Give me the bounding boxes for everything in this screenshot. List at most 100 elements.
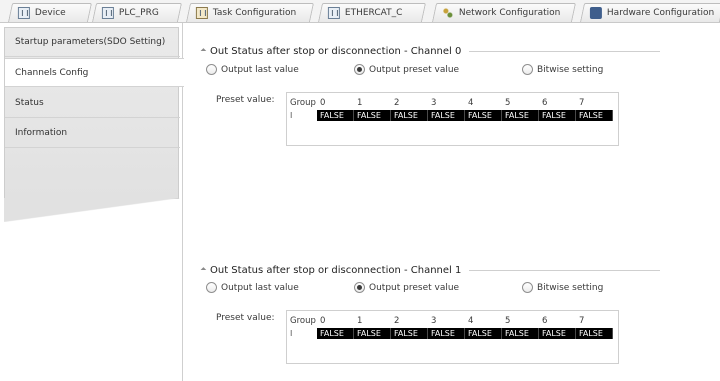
radio-circle-icon[interactable] (522, 64, 533, 75)
channel-0-radio-preset-value[interactable]: Output preset value (354, 64, 459, 75)
preset-value-cell[interactable]: FALSE (576, 110, 613, 121)
sidebar-item-status[interactable]: Status (5, 89, 180, 118)
tab-label: Network Configuration (458, 8, 561, 18)
column-header: 0 (320, 316, 326, 326)
program-icon (101, 7, 114, 19)
column-header: 1 (357, 316, 363, 326)
preset-value-cell[interactable]: FALSE (465, 110, 502, 121)
channel-0-group-header[interactable]: Out Status after stop or disconnection -… (200, 44, 660, 58)
sidebar-item-label: Startup parameters(SDO Setting) (15, 37, 166, 47)
preset-value-cell[interactable]: FALSE (428, 110, 465, 121)
sidebar-item-startup-parameters[interactable]: Startup parameters(SDO Setting) (5, 28, 180, 57)
tab-ethercat-c[interactable]: ETHERCAT_C (318, 3, 427, 22)
preset-value-cell[interactable]: FALSE (354, 328, 391, 339)
column-header: 7 (579, 316, 585, 326)
preset-value-cell[interactable]: FALSE (428, 328, 465, 339)
sidebar-item-label: Channels Config (15, 67, 89, 78)
column-header: Group (290, 98, 316, 108)
row-index: I (287, 328, 317, 339)
row-index: I (287, 110, 317, 121)
column-header: 6 (542, 316, 548, 326)
tab-task-configuration[interactable]: Task Configuration (186, 3, 315, 22)
radio-circle-icon[interactable] (206, 282, 217, 293)
radio-label: Output last value (221, 64, 299, 75)
channel-0-title: Out Status after stop or disconnection -… (210, 45, 462, 57)
channel-1-output-mode: Output last value Output preset value Bi… (206, 282, 646, 296)
preset-value-cell[interactable]: FALSE (576, 328, 613, 339)
table-row: I FALSE FALSE FALSE FALSE FALSE FALSE FA… (287, 328, 613, 339)
tab-hardware-configuration[interactable]: Hardware Configuration (580, 3, 720, 22)
column-header: 1 (357, 98, 363, 108)
column-header: 5 (505, 98, 511, 108)
device-icon (17, 7, 30, 19)
column-header: 3 (431, 98, 437, 108)
channel-0-preset-label: Preset value: (216, 95, 275, 105)
sidebar-item-label: Status (15, 98, 44, 108)
channel-0-radio-last-value[interactable]: Output last value (206, 64, 299, 75)
radio-label: Bitwise setting (537, 64, 604, 75)
channel-1-preset-table: Group 0 1 2 3 4 5 6 7 I FALSE FALSE FALS… (286, 310, 619, 364)
preset-value-cell[interactable]: FALSE (317, 110, 354, 121)
column-header: 3 (431, 316, 437, 326)
column-header: 4 (468, 98, 474, 108)
hardware-icon (589, 7, 602, 19)
column-header: 4 (468, 316, 474, 326)
tab-device[interactable]: Device (8, 3, 93, 22)
tab-label: Device (34, 8, 66, 18)
radio-label: Bitwise setting (537, 282, 604, 293)
ethercat-icon (327, 7, 340, 19)
sidebar-item-label: Information (15, 128, 68, 138)
group-divider (469, 50, 660, 52)
preset-value-cell[interactable]: FALSE (465, 328, 502, 339)
tab-label: Hardware Configuration (606, 8, 715, 18)
channels-config-panel: Out Status after stop or disconnection -… (184, 23, 720, 381)
collapse-arrow-icon[interactable] (200, 48, 207, 54)
sidebar-item-channels-config[interactable]: Channels Config (5, 58, 184, 87)
channel-0-output-mode: Output last value Output preset value Bi… (206, 64, 646, 78)
radio-circle-checked-icon[interactable] (354, 64, 365, 75)
table-header-row: Group 0 1 2 3 4 5 6 7 (287, 316, 613, 327)
radio-circle-icon[interactable] (206, 64, 217, 75)
channel-0-radio-bitwise[interactable]: Bitwise setting (522, 64, 603, 75)
channel-1-radio-bitwise[interactable]: Bitwise setting (522, 282, 603, 293)
column-header: Group (290, 316, 316, 326)
column-header: 5 (505, 316, 511, 326)
column-header: 0 (320, 98, 326, 108)
channel-1-radio-preset-value[interactable]: Output preset value (354, 282, 459, 293)
radio-label: Output preset value (369, 282, 460, 293)
preset-value-cell[interactable]: FALSE (502, 110, 539, 121)
task-icon (195, 7, 208, 19)
radio-circle-checked-icon[interactable] (354, 282, 365, 293)
column-header: 2 (394, 316, 400, 326)
column-header: 7 (579, 98, 585, 108)
group-divider (469, 269, 660, 271)
tab-plc-prg[interactable]: PLC_PRG (92, 3, 183, 22)
config-nav-list: Startup parameters(SDO Setting) Channels… (4, 27, 184, 222)
channel-1-group-header[interactable]: Out Status after stop or disconnection -… (200, 263, 660, 277)
editor-tab-bar: Device PLC_PRG Task Configuration ETHERC… (0, 0, 720, 23)
column-header: 6 (542, 98, 548, 108)
channel-1-title: Out Status after stop or disconnection -… (210, 264, 462, 276)
sidebar-item-information[interactable]: Information (5, 119, 180, 148)
channel-1-preset-label: Preset value: (216, 313, 275, 323)
preset-value-cell[interactable]: FALSE (354, 110, 391, 121)
radio-label: Output last value (221, 282, 299, 293)
preset-value-cell[interactable]: FALSE (317, 328, 354, 339)
tab-label: Task Configuration (212, 8, 297, 18)
table-row: I FALSE FALSE FALSE FALSE FALSE FALSE FA… (287, 110, 613, 121)
preset-value-cell[interactable]: FALSE (539, 328, 576, 339)
preset-value-cell[interactable]: FALSE (391, 110, 428, 121)
config-sidebar: Startup parameters(SDO Setting) Channels… (0, 23, 184, 381)
channel-1-radio-last-value[interactable]: Output last value (206, 282, 299, 293)
column-header: 2 (394, 98, 400, 108)
tab-network-configuration[interactable]: Network Configuration (432, 3, 577, 22)
radio-label: Output preset value (369, 64, 460, 75)
preset-value-cell[interactable]: FALSE (502, 328, 539, 339)
tab-label: PLC_PRG (118, 8, 159, 18)
collapse-arrow-icon[interactable] (200, 267, 207, 273)
preset-value-cell[interactable]: FALSE (539, 110, 576, 121)
radio-circle-icon[interactable] (522, 282, 533, 293)
table-header-row: Group 0 1 2 3 4 5 6 7 (287, 98, 613, 109)
preset-value-cell[interactable]: FALSE (391, 328, 428, 339)
tab-label: ETHERCAT_C (344, 8, 403, 18)
